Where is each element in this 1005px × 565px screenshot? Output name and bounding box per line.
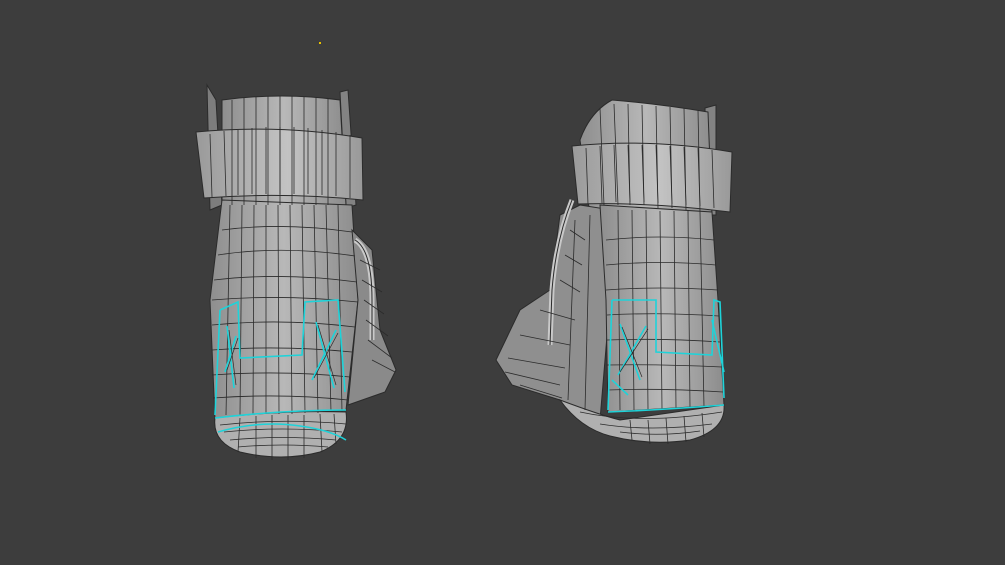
- boot-right-mesh[interactable]: [495, 99, 733, 445]
- 3d-viewport[interactable]: [0, 0, 1005, 565]
- scene-canvas[interactable]: [0, 0, 1005, 565]
- boot-left-mesh[interactable]: [195, 83, 397, 460]
